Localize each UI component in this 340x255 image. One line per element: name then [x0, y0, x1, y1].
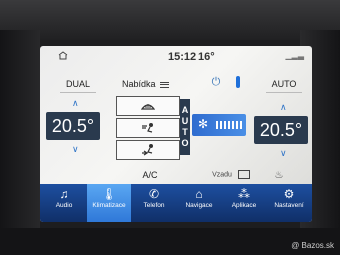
bottom-navigation: ♫ Audio 🌡 Klimatizace ✆ Telefon ⌂ Naviga… — [40, 184, 312, 222]
left-temperature-display[interactable]: 20.5° — [46, 112, 100, 140]
ac-button[interactable]: A/C — [136, 170, 164, 182]
dashboard-bezel-top — [0, 0, 340, 40]
nav-label: Audio — [55, 202, 73, 209]
signal-icon: ▁▂▃ — [285, 51, 304, 60]
auto-letter: O — [181, 138, 189, 148]
phone-icon: ✆ — [148, 187, 160, 201]
nav-label: Aplikace — [231, 202, 257, 209]
rear-label: Vzadu — [212, 171, 232, 179]
dashboard-bezel-left — [0, 30, 40, 255]
nav-label: Nastavení — [274, 202, 304, 209]
music-note-icon: ♫ — [59, 187, 69, 201]
nav-label: Navigace — [185, 202, 213, 209]
airflow-face-button[interactable] — [116, 118, 180, 138]
nav-klimatizace[interactable]: 🌡 Klimatizace — [87, 184, 131, 222]
apps-grid-icon: ⁂ — [238, 187, 250, 201]
menu-button[interactable]: Nabídka — [122, 76, 178, 92]
clock: 15:12 — [168, 51, 197, 63]
right-temp-down-icon[interactable]: ∨ — [280, 148, 287, 159]
outside-temperature: 16° — [198, 51, 215, 63]
windshield-defrost-button[interactable] — [116, 96, 180, 116]
infotainment-screen: 15:12 16° ▁▂▃ DUAL Nabídka ⏻ AUTO ∧ 20.5… — [40, 46, 312, 222]
watermark: @ Bazos.sk — [291, 241, 334, 250]
right-temperature-display[interactable]: 20.5° — [254, 116, 308, 144]
heated-seat-icon[interactable]: ♨ — [272, 170, 286, 182]
fan-speed-bars — [216, 121, 242, 129]
nav-aplikace[interactable]: ⁂ Aplikace — [222, 184, 266, 222]
nav-nastaveni[interactable]: ⚙ Nastavení — [267, 184, 311, 222]
power-icon[interactable]: ⏻ — [210, 76, 222, 90]
settings-icon: ⚙ — [283, 187, 295, 201]
airflow-mode-group — [116, 96, 182, 160]
right-temp-up-icon[interactable]: ∧ — [280, 102, 287, 113]
nav-navigace[interactable]: ⌂ Navigace — [177, 184, 221, 222]
fan-slider-handle[interactable] — [236, 76, 240, 88]
nav-label: Telefon — [143, 202, 165, 209]
auto-letter: A — [181, 105, 189, 115]
nav-telefon[interactable]: ✆ Telefon — [132, 184, 176, 222]
hamburger-icon — [159, 81, 169, 88]
windshield-defrost-icon — [141, 104, 155, 110]
auto-button[interactable]: AUTO — [266, 76, 302, 93]
rear-climate-button[interactable]: Vzadu — [202, 170, 260, 182]
fan-icon: ✻ — [198, 117, 209, 131]
dual-button[interactable]: DUAL — [60, 76, 96, 93]
left-temp-down-icon[interactable]: ∨ — [72, 144, 79, 155]
airflow-face-icon — [142, 123, 153, 133]
airflow-feet-button[interactable] — [116, 140, 180, 160]
dashboard-bezel-bottom — [0, 228, 340, 255]
rear-defrost-icon — [237, 170, 250, 179]
home-icon[interactable] — [58, 51, 68, 60]
fan-speed-control[interactable]: ✻ — [192, 114, 246, 136]
left-temp-up-icon[interactable]: ∧ — [72, 98, 79, 109]
auto-letter: U — [181, 116, 189, 126]
airflow-feet-icon — [142, 144, 153, 156]
nav-label: Klimatizace — [92, 202, 126, 209]
auto-mode-indicator[interactable]: A U T O — [180, 99, 190, 155]
navigation-icon: ⌂ — [195, 187, 203, 201]
auto-letter: T — [182, 127, 188, 137]
thermometer-icon: 🌡 — [101, 187, 117, 201]
menu-label: Nabídka — [122, 79, 156, 89]
nav-audio[interactable]: ♫ Audio — [42, 184, 86, 222]
status-bar: 15:12 16° ▁▂▃ — [40, 46, 312, 66]
